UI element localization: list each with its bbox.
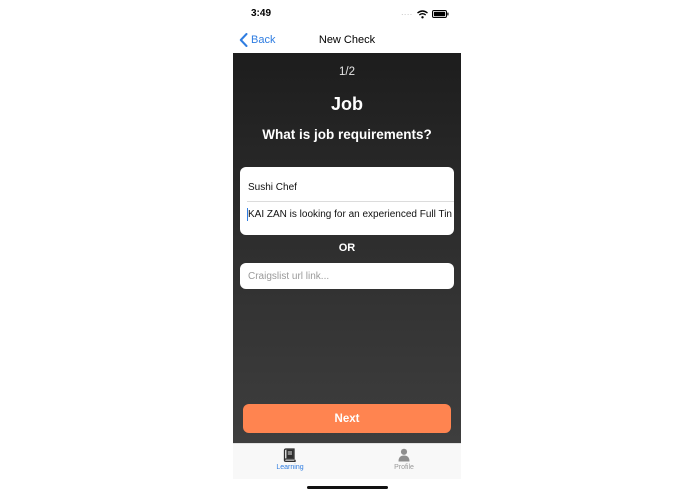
craigslist-url-input[interactable] — [240, 263, 454, 289]
section-heading: Job — [330, 94, 363, 114]
page-title: New Check — [318, 34, 376, 46]
tab-learning[interactable]: Learning — [250, 448, 330, 471]
job-form-panel: 1/2 Job What is job requirements? Sushi … — [233, 53, 461, 443]
job-details-card: Sushi Chef KAI ZAN is looking for an exp… — [240, 167, 454, 235]
divider — [247, 201, 454, 202]
status-time: 3:49 — [251, 8, 272, 19]
home-indicator[interactable] — [307, 486, 388, 489]
job-title-field[interactable]: Sushi Chef — [248, 182, 297, 193]
book-icon — [283, 448, 296, 462]
step-indicator: 1/2 — [339, 66, 355, 78]
person-icon — [398, 448, 410, 462]
navigation-bar: Back New Check — [233, 28, 461, 53]
tab-bar: Learning Profile — [233, 443, 461, 479]
phone-screen: 3:49 .... Back New Check 1/2 Job What is… — [233, 0, 461, 494]
wifi-icon — [417, 9, 428, 18]
question-label: What is job requirements? — [262, 127, 432, 142]
battery-icon — [432, 10, 449, 18]
tab-profile-label: Profile — [394, 464, 414, 471]
status-bar: 3:49 .... — [233, 0, 461, 28]
tab-learning-label: Learning — [276, 464, 304, 471]
or-divider-label: OR — [338, 242, 356, 254]
tab-profile[interactable]: Profile — [364, 448, 444, 471]
job-description-field[interactable]: KAI ZAN is looking for an experienced Fu… — [248, 209, 454, 220]
next-button[interactable]: Next — [243, 404, 451, 433]
signal-icon: .... — [401, 10, 413, 17]
status-indicators: .... — [401, 8, 449, 20]
